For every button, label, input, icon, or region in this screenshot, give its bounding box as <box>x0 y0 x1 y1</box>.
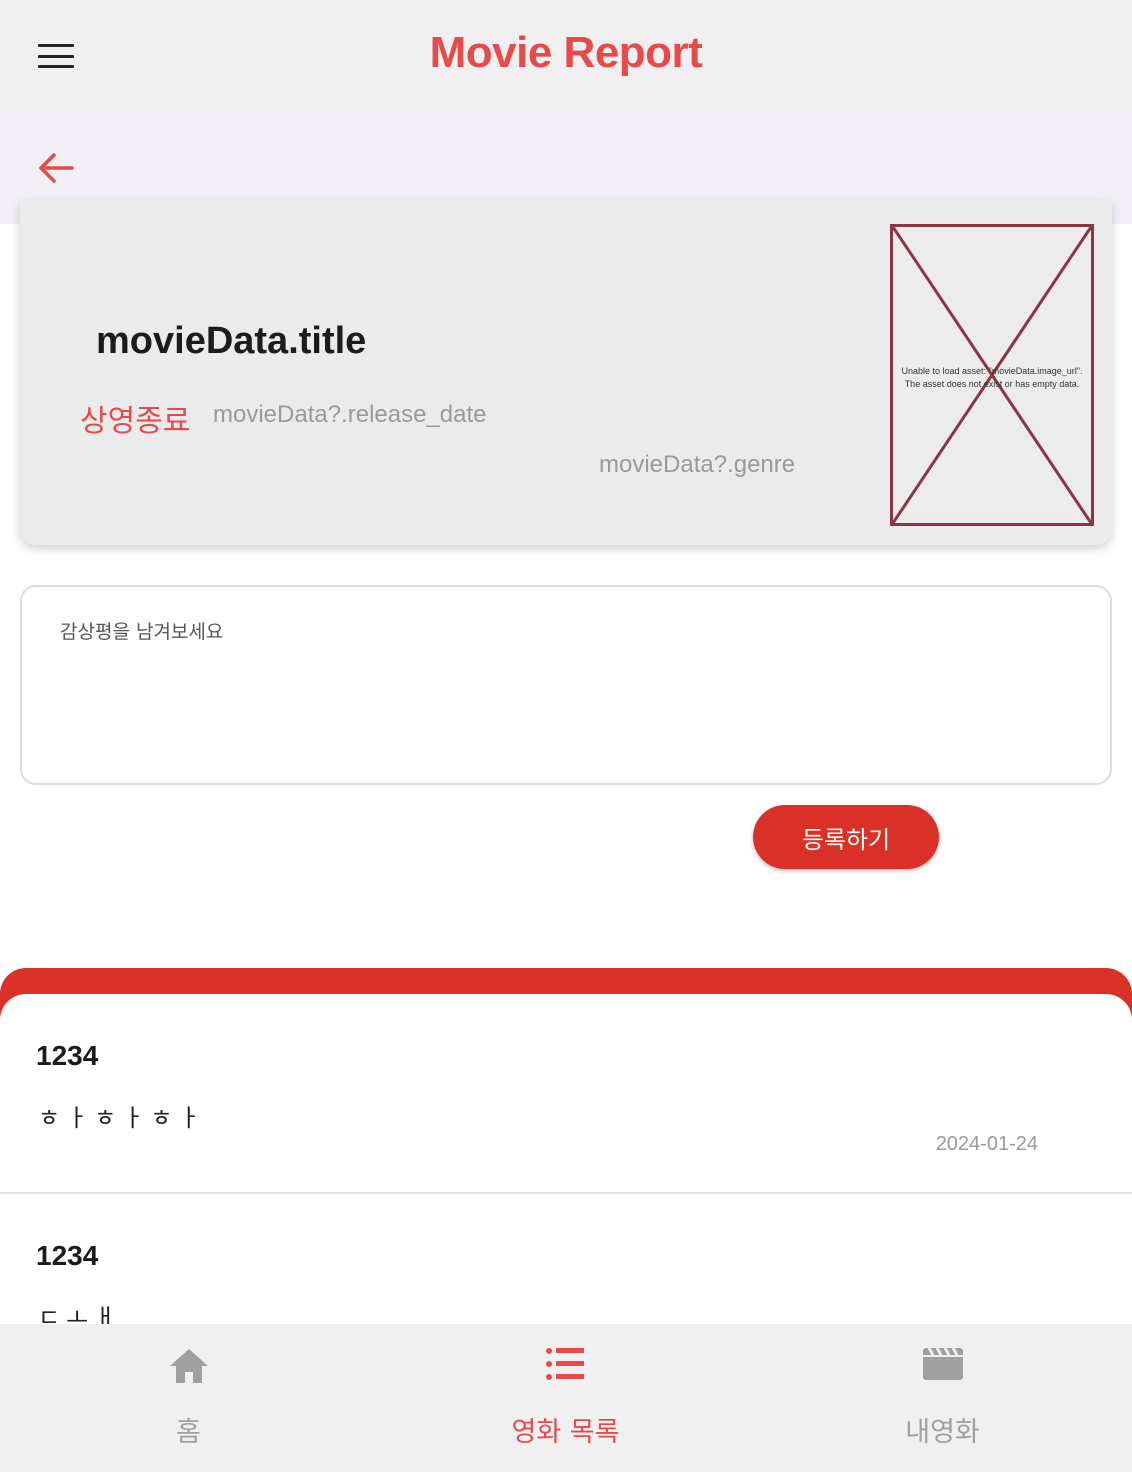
review-date: 2024-01-24 <box>935 1133 1038 1155</box>
nav-label-home: 홈 <box>176 1417 201 1448</box>
nav-item-home[interactable]: 홈 <box>0 1324 377 1472</box>
release-date: movieData?.release_date <box>213 401 487 428</box>
nav-label-movie-list: 영화 목록 <box>511 1417 620 1448</box>
review-input-box <box>20 585 1112 785</box>
nav-item-my-movies[interactable]: 내영화 <box>754 1324 1131 1472</box>
home-icon <box>168 1346 210 1391</box>
review-item: 1234 ㅎㅏㅎㅏㅎㅏ 2024-01-24 <box>0 994 1132 1194</box>
movie-clapper-icon <box>922 1346 964 1387</box>
review-author: 1234 <box>36 1040 99 1071</box>
movie-poster: Unable to load asset: "movieData.image_u… <box>890 224 1094 526</box>
submit-review-button[interactable]: 등록하기 <box>753 805 939 869</box>
review-input[interactable] <box>60 617 1060 757</box>
bottom-navigation: 홈 영화 목록 내영화 <box>0 1324 1132 1472</box>
review-text: ㅎㅏㅎㅏㅎㅏ <box>38 1104 207 1132</box>
nav-item-movie-list[interactable]: 영화 목록 <box>377 1324 754 1472</box>
poster-error-message: Unable to load asset: "movieData.image_u… <box>901 366 1083 389</box>
app-bar: Movie Report <box>0 0 1132 112</box>
list-icon <box>545 1346 586 1387</box>
app-title: Movie Report <box>429 28 703 77</box>
arrow-left-icon[interactable] <box>36 148 76 188</box>
screening-status: 상영종료 <box>80 404 191 439</box>
review-author: 1234 <box>36 1240 99 1271</box>
nav-label-my-movies: 내영화 <box>905 1417 980 1448</box>
genre: movieData?.genre <box>599 451 796 478</box>
bottom-edge <box>0 1468 1132 1472</box>
movie-title: movieData.title <box>96 320 367 362</box>
